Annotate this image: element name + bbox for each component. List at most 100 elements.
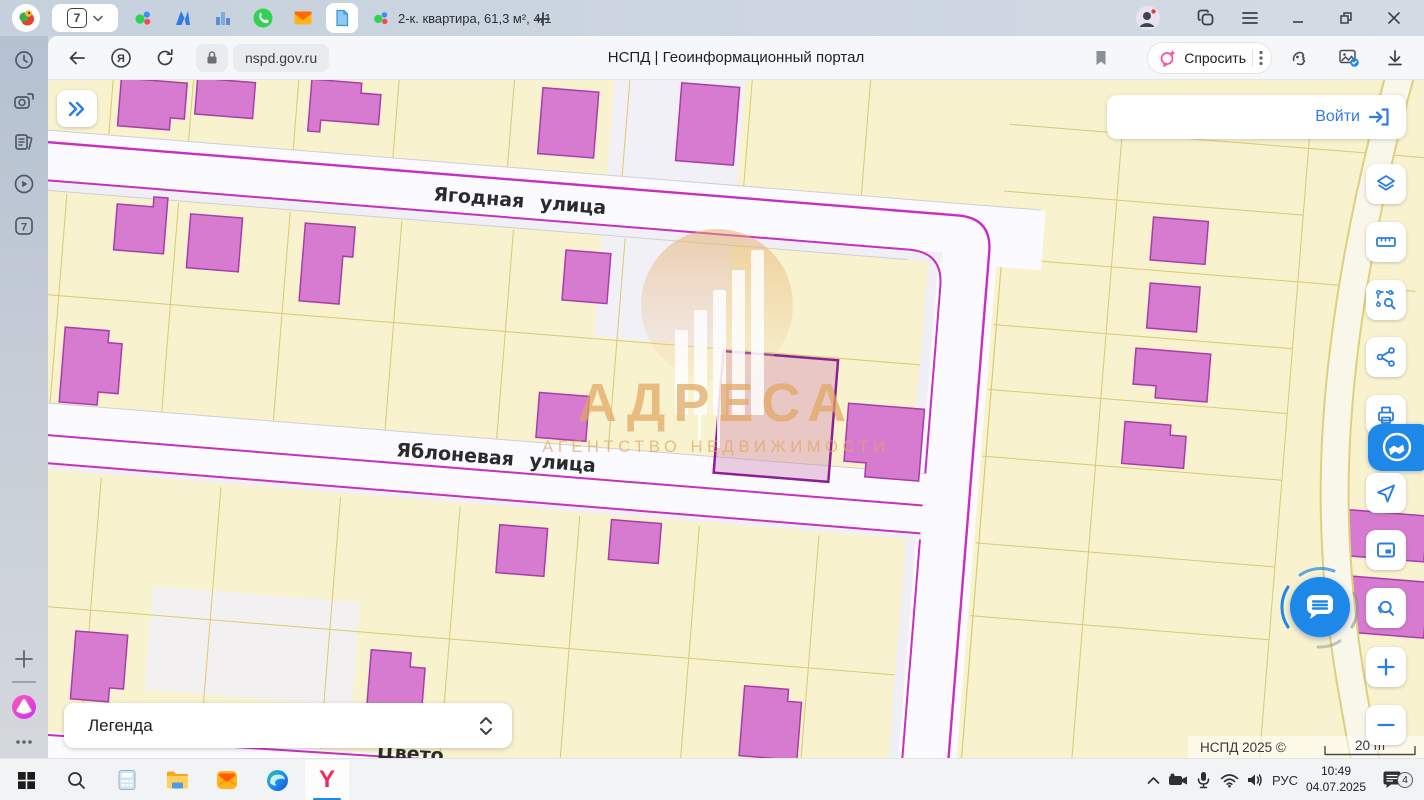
map-search-icon — [1374, 596, 1398, 620]
yandex-search-button[interactable]: Я — [104, 41, 138, 75]
windows-taskbar: Y — [0, 758, 1424, 800]
sidebar-add-button[interactable] — [13, 648, 35, 670]
url-text: nspd.gov.ru — [233, 50, 329, 66]
tab-apartment[interactable]: 2-к. квартира, 61,3 м², 4/1 — [330, 4, 551, 32]
navigation-arrow-icon — [1374, 481, 1398, 505]
alice-icon — [11, 694, 37, 720]
refresh-button[interactable] — [148, 41, 182, 75]
new-tab-button[interactable] — [530, 6, 556, 32]
measure-button[interactable] — [1366, 222, 1406, 262]
refresh-icon — [155, 48, 175, 68]
microphone-icon — [1197, 771, 1210, 789]
notification-center-button[interactable]: 4 — [1376, 759, 1410, 800]
downloads-button[interactable] — [1378, 41, 1412, 75]
pinned-tab-services[interactable] — [130, 5, 156, 31]
image-check-icon — [1338, 48, 1360, 68]
locate-button[interactable] — [1366, 473, 1406, 513]
taskbar-calculator-app[interactable] — [109, 759, 145, 800]
bookmark-icon — [1093, 49, 1109, 67]
share-button[interactable] — [1366, 337, 1406, 377]
tabs-stack-icon — [1196, 8, 1216, 28]
start-button[interactable] — [8, 759, 44, 800]
whatsapp-icon — [252, 7, 274, 29]
history-button[interactable] — [13, 49, 35, 71]
yandex-circle-icon: Я — [110, 47, 132, 69]
zoom-in-button[interactable] — [1366, 647, 1406, 687]
chat-support-button[interactable] — [1290, 577, 1350, 637]
chat-bubble-icon — [1303, 591, 1337, 623]
legend-panel[interactable]: Легенда — [64, 703, 512, 748]
watermark-title: АДРЕСА — [578, 373, 854, 433]
login-button[interactable]: Войти — [1107, 95, 1406, 139]
parrot-icon — [15, 7, 37, 29]
restore-button[interactable] — [1324, 0, 1368, 36]
minus-icon — [1375, 714, 1397, 736]
ask-ai-button[interactable]: Спросить — [1147, 42, 1272, 74]
expand-sidebar-button[interactable] — [57, 90, 97, 127]
tray-volume-icon[interactable] — [1242, 759, 1268, 800]
video-button[interactable] — [13, 173, 35, 195]
double-chevron-right-icon — [67, 101, 87, 117]
sidebar-divider — [12, 681, 36, 683]
wifi-icon — [1220, 773, 1239, 788]
taskbar-edge-app[interactable] — [259, 759, 295, 800]
pinned-tab-whatsapp[interactable] — [250, 5, 276, 31]
play-circle-icon — [13, 173, 35, 195]
taskbar-search-button[interactable] — [58, 759, 94, 800]
language-indicator[interactable]: РУС — [1268, 759, 1302, 800]
notes-button[interactable] — [13, 131, 35, 153]
taskbar-explorer-app[interactable] — [159, 759, 195, 800]
screenshot-tool-button[interactable] — [13, 90, 35, 112]
tray-wifi-icon[interactable] — [1216, 759, 1242, 800]
map-assistant-button[interactable] — [1368, 424, 1424, 471]
zoom-out-button[interactable] — [1366, 705, 1406, 745]
alice-assistant-button[interactable] — [11, 694, 37, 720]
tray-microphone-icon[interactable] — [1191, 759, 1215, 800]
minimap-button[interactable] — [1366, 530, 1406, 570]
clock[interactable]: 10:49 04.07.2025 — [1305, 759, 1367, 800]
bookmark-button[interactable] — [1084, 41, 1118, 75]
collapse-chevrons-icon[interactable] — [478, 715, 494, 737]
taskbar-yandex-browser-app[interactable]: Y — [309, 759, 345, 800]
minimize-button[interactable] — [1276, 0, 1320, 36]
screenshot-extension-button[interactable] — [1332, 41, 1366, 75]
mail-icon — [215, 768, 239, 792]
tab-favicon-dots-icon — [372, 9, 390, 27]
address-field[interactable]: nspd.gov.ru — [233, 44, 329, 72]
layers-button[interactable] — [1366, 164, 1406, 204]
notification-badge: 4 — [1397, 772, 1413, 788]
tray-device-icon[interactable] — [1165, 759, 1191, 800]
tray-expand-button[interactable] — [1142, 759, 1164, 800]
pinned-tab-buildings[interactable] — [210, 5, 236, 31]
map-canvas[interactable]: Ягодная улица Яблоневая улица Цвето — [48, 80, 1424, 758]
menu-button[interactable] — [1228, 0, 1272, 36]
ruler-icon — [1374, 230, 1398, 254]
back-button[interactable] — [60, 41, 94, 75]
pinned-tab-mail[interactable] — [290, 5, 316, 31]
lock-icon — [205, 50, 219, 65]
search-on-map-button[interactable] — [1366, 588, 1406, 628]
browser-tab-bar: 7 — [0, 0, 1424, 36]
browser-toolbar: Я nspd.gov.ru НСПД | Геоинформационный п… — [48, 36, 1424, 80]
browser-logo-icon[interactable] — [12, 4, 40, 32]
taskbar-mail-app[interactable] — [209, 759, 245, 800]
spatial-search-button[interactable] — [1366, 280, 1406, 320]
kebab-menu-icon[interactable] — [1259, 50, 1263, 66]
profile-avatar[interactable] — [1126, 0, 1170, 36]
password-extension-button[interactable] — [1284, 41, 1318, 75]
pinned-tab-neuro[interactable] — [170, 5, 196, 31]
tab-groups-button[interactable] — [1184, 0, 1228, 36]
clock-icon — [13, 49, 35, 71]
tabs-counter-button[interactable]: 7 — [13, 215, 35, 237]
services-dots-icon — [133, 8, 153, 28]
site-security-button[interactable] — [196, 44, 228, 72]
blue-a-icon — [174, 9, 192, 27]
share-icon — [1374, 345, 1398, 369]
chevron-down-icon — [93, 15, 103, 22]
time-label: 10:49 — [1306, 764, 1366, 780]
sidebar-more-button[interactable] — [13, 731, 35, 753]
close-button[interactable] — [1372, 0, 1416, 36]
hamburger-icon — [1241, 11, 1259, 25]
tab-counter-button[interactable]: 7 — [52, 4, 118, 32]
language-label: РУС — [1272, 773, 1298, 788]
